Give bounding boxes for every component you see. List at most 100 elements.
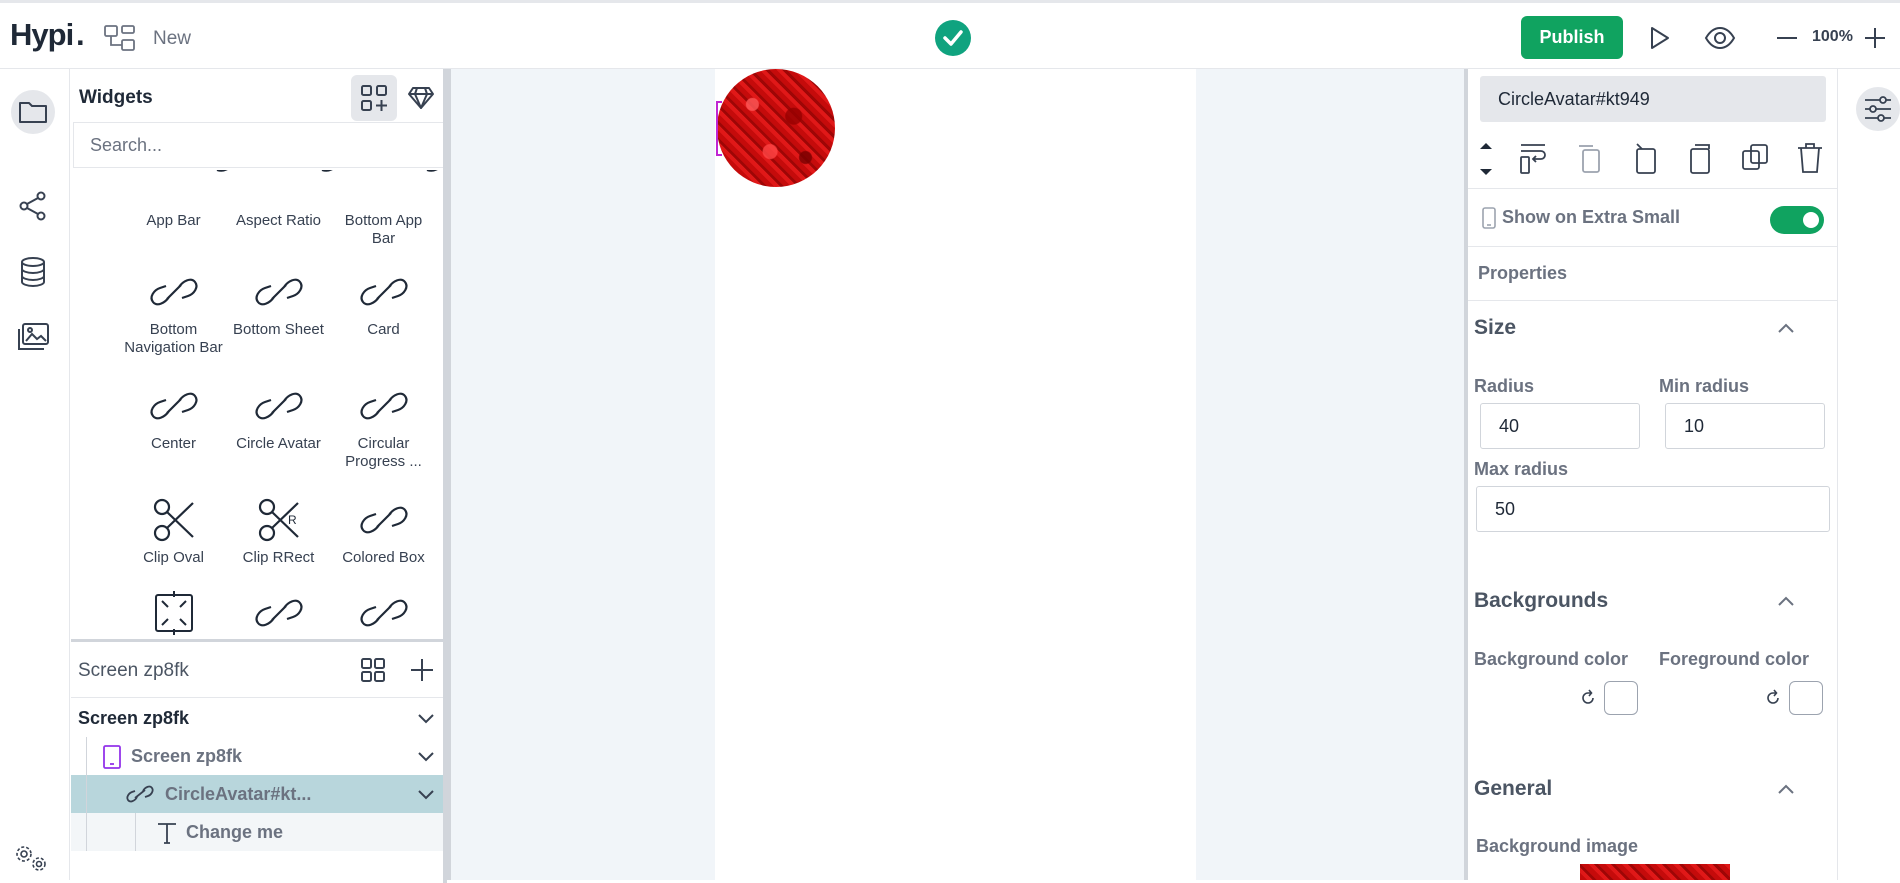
cut-icon[interactable] — [1631, 141, 1661, 175]
widget-toolbar — [1468, 129, 1838, 189]
size-section-title[interactable]: Size — [1474, 316, 1516, 340]
selection-marker — [716, 101, 722, 156]
trash-icon[interactable] — [1795, 141, 1825, 175]
layer-row-screen-root[interactable]: Screen zp8fk — [71, 699, 447, 737]
widget-search-input[interactable] — [73, 122, 445, 168]
premium-gem-icon[interactable] — [398, 75, 444, 121]
min-radius-label: Min radius — [1659, 376, 1750, 396]
widget-label: Bottom App Bar — [344, 212, 423, 247]
layer-row-text[interactable]: Change me — [71, 813, 447, 851]
zoom-out-icon[interactable] — [1772, 23, 1802, 53]
widget-colored-box[interactable]: Colored Box — [331, 497, 436, 567]
device-screen[interactable] — [715, 69, 1196, 880]
phone-icon — [102, 745, 122, 774]
link-icon — [359, 599, 408, 627]
widget-label: Circular Progress ... — [345, 435, 422, 470]
paste-icon[interactable] — [1685, 141, 1715, 175]
widgets-panel: Widgets App Bar Aspect Ratio Bottom App … — [71, 69, 447, 639]
widget-name-field[interactable]: CircleAvatar#kt949 — [1480, 76, 1826, 122]
layers-header: Screen zp8fk — [71, 642, 447, 698]
widget-item[interactable] — [226, 590, 331, 635]
widget-clip-oval[interactable]: Clip Oval — [121, 497, 226, 567]
database-icon[interactable] — [11, 250, 55, 294]
play-icon[interactable] — [1644, 23, 1674, 53]
show-on-toggle[interactable] — [1770, 206, 1824, 234]
preview-eye-icon[interactable] — [1704, 23, 1736, 53]
widget-center[interactable]: Center — [121, 383, 226, 453]
link-icon — [149, 278, 198, 306]
hypi-logo[interactable]: Hypi — [10, 17, 74, 53]
widget-label: Aspect Ratio — [235, 212, 322, 229]
properties-header: Properties — [1468, 247, 1838, 301]
circle-avatar-widget[interactable] — [717, 69, 835, 187]
sliders-icon[interactable] — [1856, 87, 1900, 131]
chevron-up-icon[interactable] — [1776, 321, 1796, 335]
widget-item[interactable] — [331, 590, 436, 635]
workflow-icon[interactable] — [11, 184, 55, 228]
widget-bottom-sheet[interactable]: Bottom Sheet — [226, 269, 331, 339]
widget-bottom-app-bar[interactable]: Bottom App Bar — [331, 212, 436, 248]
text-icon — [155, 821, 179, 850]
chevron-up-icon[interactable] — [1776, 594, 1796, 608]
link-icon — [409, 170, 447, 187]
add-screen-icon[interactable] — [408, 656, 436, 689]
widget-circle-avatar[interactable]: Circle Avatar — [226, 383, 331, 453]
widgets-grid-add-icon[interactable] — [351, 75, 397, 121]
settings-gear-icon[interactable] — [14, 844, 50, 874]
widget-aspect-ratio[interactable]: Aspect Ratio — [226, 212, 331, 230]
radius-input[interactable] — [1480, 403, 1640, 449]
screens-grid-icon[interactable] — [359, 656, 387, 689]
chevron-down-icon[interactable] — [417, 787, 435, 805]
chevron-up-icon[interactable] — [1776, 782, 1796, 796]
widget-label: Colored Box — [342, 549, 425, 566]
move-up-down-icon[interactable] — [1478, 139, 1494, 184]
tree-guide — [86, 775, 87, 813]
widgets-title: Widgets — [79, 87, 153, 108]
widget-label: Bottom Sheet — [233, 321, 324, 338]
folder-icon[interactable] — [11, 90, 55, 134]
wrap-icon[interactable] — [1518, 141, 1548, 175]
sitemap-icon[interactable] — [103, 23, 137, 53]
show-on-label: Show on Extra Small — [1502, 207, 1681, 227]
general-section-title[interactable]: General — [1474, 777, 1552, 801]
reset-icon[interactable] — [1578, 688, 1598, 708]
max-radius-input[interactable] — [1476, 486, 1830, 532]
layers-title: Screen zp8fk — [78, 660, 189, 681]
tree-guide — [86, 737, 87, 775]
design-canvas[interactable] — [451, 69, 1464, 880]
foreground-color-swatch[interactable] — [1789, 681, 1823, 715]
backgrounds-section-title[interactable]: Backgrounds — [1474, 589, 1608, 613]
reset-icon[interactable] — [1763, 688, 1783, 708]
widget-card[interactable]: Card — [331, 269, 436, 339]
background-color-swatch[interactable] — [1604, 681, 1638, 715]
layer-row-screen[interactable]: Screen zp8fk — [71, 737, 447, 775]
widget-app-bar[interactable]: App Bar — [121, 212, 226, 230]
properties-label: Properties — [1478, 263, 1568, 283]
publish-button[interactable]: Publish — [1521, 16, 1623, 59]
link-icon — [254, 392, 303, 420]
chevron-down-icon[interactable] — [417, 711, 435, 729]
zoom-in-icon[interactable] — [1860, 23, 1890, 53]
copy-disabled-icon[interactable] — [1575, 141, 1605, 175]
widget-circular-progress[interactable]: Circular Progress ... — [331, 383, 436, 471]
layer-label: CircleAvatar#kt... — [165, 784, 312, 804]
widget-constrained-box[interactable] — [121, 590, 226, 635]
media-gallery-icon[interactable] — [11, 315, 55, 359]
duplicate-icon[interactable] — [1740, 141, 1770, 175]
min-radius-input[interactable] — [1665, 403, 1825, 449]
widget-label: Center — [150, 435, 197, 452]
layer-row-circle-avatar[interactable]: CircleAvatar#kt... — [71, 775, 447, 813]
visibility-row: Show on Extra Small — [1468, 189, 1838, 247]
widget-label: App Bar — [146, 212, 201, 229]
layer-label: Screen zp8fk — [78, 708, 190, 728]
widget-clip-rrect[interactable]: R Clip RRect — [226, 497, 331, 567]
background-image-preview[interactable] — [1580, 864, 1730, 880]
widget-bottom-navigation-bar[interactable]: Bottom Navigation Bar — [121, 269, 226, 357]
new-page-button[interactable]: New — [153, 28, 191, 50]
background-image-label: Background image — [1476, 836, 1639, 856]
link-icon — [359, 506, 408, 534]
saved-check-icon — [935, 20, 971, 56]
properties-panel: CircleAvatar#kt949 Show on Extra Small P… — [1464, 69, 1838, 880]
chevron-down-icon[interactable] — [417, 749, 435, 767]
link-icon — [304, 170, 344, 187]
